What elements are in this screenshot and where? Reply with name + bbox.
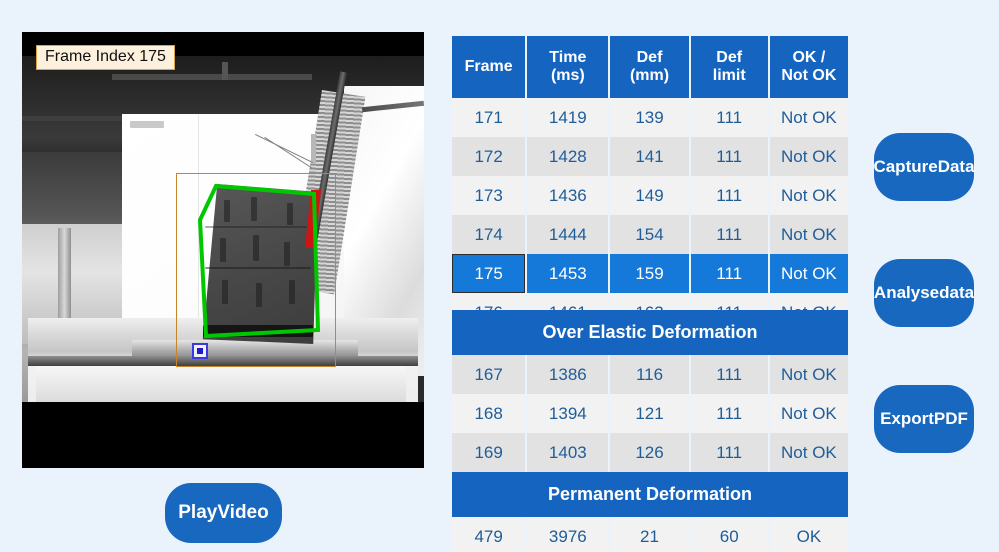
cell-def-limit: 111 [690, 98, 768, 137]
cell-frame: 479 [452, 517, 526, 552]
table-row[interactable]: 172 1428 141 111 Not OK [452, 137, 848, 176]
capture-data-label-line1: Capture [873, 157, 938, 177]
cell-frame: 175 [452, 254, 526, 293]
cell-status: Not OK [769, 355, 848, 394]
cell-status: Not OK [769, 98, 848, 137]
section-banner-over-elastic: Over Elastic Deformation [452, 310, 848, 355]
analyse-data-label-line1: Analyse [873, 283, 940, 303]
column-header-def-limit-line2: limit [712, 67, 746, 84]
export-pdf-label-line2: PDF [933, 409, 968, 429]
cell-def: 121 [610, 394, 689, 433]
export-pdf-button[interactable]: Export PDF [874, 385, 974, 453]
play-video-button[interactable]: Play Video [165, 483, 282, 543]
cell-def: 149 [610, 176, 689, 215]
cell-time: 1428 [527, 137, 609, 176]
column-header-def-line1: Def [636, 48, 663, 66]
play-video-label-line1: Play [178, 502, 218, 524]
column-header-def-line2: (mm) [629, 67, 670, 84]
column-header-time-line2: (ms) [550, 67, 585, 84]
play-video-label-line2: Video [217, 502, 269, 524]
cell-time: 1394 [527, 394, 609, 433]
cell-time: 1403 [527, 433, 609, 472]
table-row[interactable]: 479 3976 21 60 OK [452, 517, 848, 552]
column-header-status: OK / Not OK [769, 36, 848, 98]
cell-time: 3976 [527, 517, 609, 552]
table-header-row: Frame Time (ms) Def (mm) Def limit OK / … [452, 36, 848, 98]
cell-def-limit: 60 [690, 517, 768, 552]
cell-def: 154 [610, 215, 689, 254]
cell-frame: 173 [452, 176, 526, 215]
cell-frame: 167 [452, 355, 526, 394]
cell-time: 1444 [527, 215, 609, 254]
table-row[interactable]: 167 1386 116 111 Not OK [452, 355, 848, 394]
cell-def-limit: 111 [690, 355, 768, 394]
cell-frame: 169 [452, 433, 526, 472]
table-row[interactable]: 168 1394 121 111 Not OK [452, 394, 848, 433]
column-header-def: Def (mm) [610, 36, 689, 98]
column-header-status-line2: Not OK [781, 67, 837, 84]
column-header-def-limit-line1: Def [716, 48, 743, 66]
table-row[interactable]: 173 1436 149 111 Not OK [452, 176, 848, 215]
cell-def-limit: 111 [690, 254, 768, 293]
cell-frame: 174 [452, 215, 526, 254]
cell-def: 159 [610, 254, 689, 293]
column-header-frame: Frame [452, 36, 526, 98]
tracking-marker-overlay [192, 343, 208, 359]
scene-beam-3 [222, 62, 228, 80]
video-frame-image [22, 56, 424, 402]
cell-def-limit: 111 [690, 394, 768, 433]
column-header-status-line1: OK / [792, 48, 826, 66]
table-row[interactable]: 171 1419 139 111 Not OK [452, 98, 848, 137]
analyse-data-label-line2: data [939, 283, 975, 303]
cell-time: 1419 [527, 98, 609, 137]
deformation-data-table[interactable]: Frame Time (ms) Def (mm) Def limit OK / … [452, 36, 848, 552]
analyse-data-button[interactable]: Analyse data [874, 259, 974, 327]
cell-time: 1386 [527, 355, 609, 394]
cell-def: 116 [610, 355, 689, 394]
cell-def: 141 [610, 137, 689, 176]
column-header-time: Time (ms) [527, 36, 609, 98]
cell-status: Not OK [769, 254, 848, 293]
capture-data-button[interactable]: Capture Data [873, 133, 975, 201]
cell-def-limit: 111 [690, 137, 768, 176]
cell-status: OK [769, 517, 848, 552]
cell-def: 21 [610, 517, 689, 552]
cell-def: 126 [610, 433, 689, 472]
cell-def-limit: 111 [690, 176, 768, 215]
scene-base [36, 366, 406, 402]
scene-pole [311, 134, 316, 164]
cell-status: Not OK [769, 137, 848, 176]
scene-wall-logo [130, 121, 164, 128]
cell-frame: 168 [452, 394, 526, 433]
capture-data-label-line2: Data [937, 157, 975, 177]
cell-def-limit: 111 [690, 215, 768, 254]
column-header-def-limit: Def limit [690, 36, 768, 98]
cell-time: 1436 [527, 176, 609, 215]
cell-def-limit: 111 [690, 433, 768, 472]
cell-status: Not OK [769, 433, 848, 472]
cell-frame: 172 [452, 137, 526, 176]
column-header-frame-line1: Frame [464, 57, 513, 75]
frame-index-label: Frame Index 175 [36, 45, 175, 70]
table-row[interactable]: 174 1444 154 111 Not OK [452, 215, 848, 254]
section-banner-permanent: Permanent Deformation [452, 472, 848, 517]
cell-status: Not OK [769, 215, 848, 254]
cell-frame: 171 [452, 98, 526, 137]
export-pdf-label-line1: Export [880, 409, 934, 429]
scene-beam-1 [112, 74, 312, 80]
cell-def: 139 [610, 98, 689, 137]
table-row[interactable]: 169 1403 126 111 Not OK [452, 433, 848, 472]
table-row-selected[interactable]: 175 1453 159 111 Not OK [452, 254, 848, 293]
video-player-panel[interactable]: Frame Index 175 [22, 32, 424, 468]
cell-time: 1453 [527, 254, 609, 293]
cell-status: Not OK [769, 394, 848, 433]
column-header-time-line1: Time [549, 48, 587, 66]
cell-status: Not OK [769, 176, 848, 215]
